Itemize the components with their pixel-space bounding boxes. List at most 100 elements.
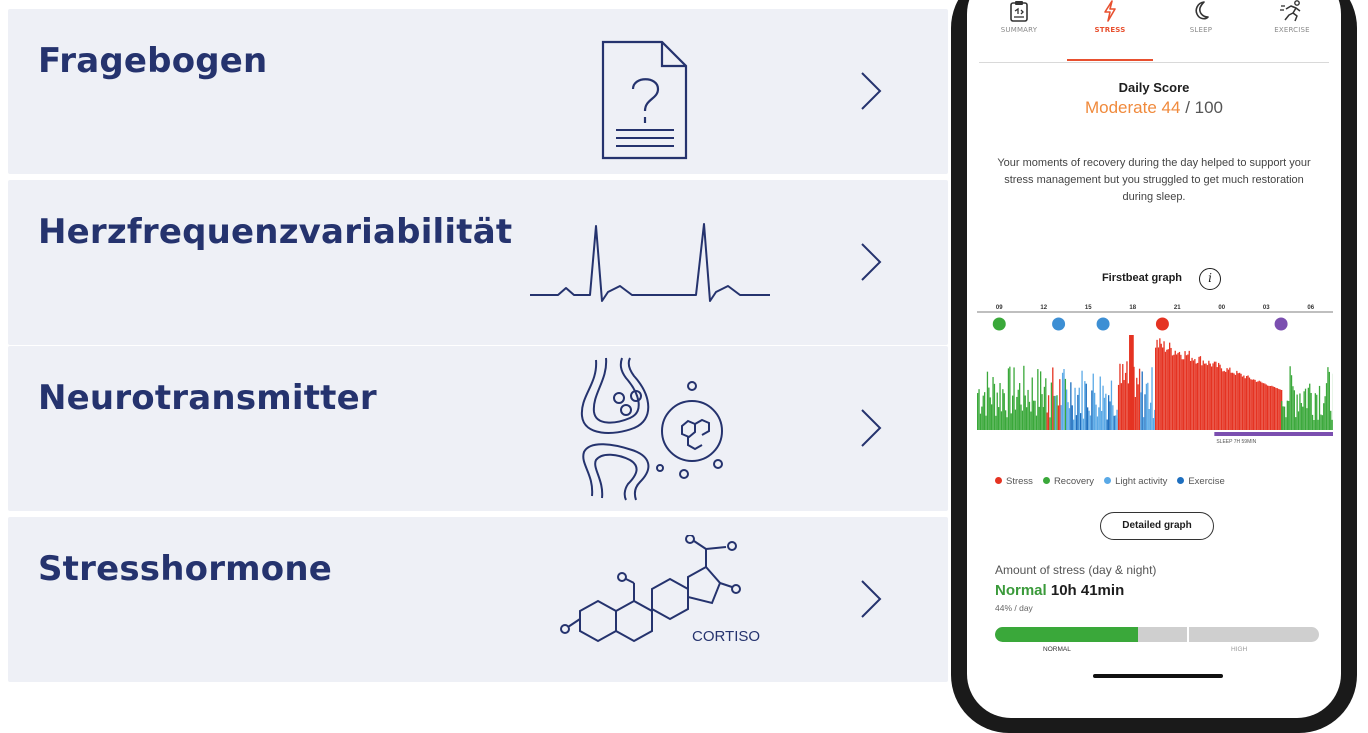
card-neurotransmitter[interactable]: Neurotransmitter bbox=[8, 346, 948, 511]
graph-spike bbox=[1131, 335, 1134, 430]
graph-bar bbox=[1247, 375, 1249, 430]
graph-bar bbox=[1202, 360, 1204, 430]
graph-bar bbox=[1267, 385, 1269, 430]
bar-label-high: HIGH bbox=[1231, 646, 1248, 653]
graph-bar bbox=[1239, 372, 1241, 430]
graph-bar bbox=[1220, 368, 1223, 430]
detailed-graph-button[interactable]: Detailed graph bbox=[1100, 512, 1214, 540]
graph-bar bbox=[993, 383, 996, 430]
graph-bar bbox=[1250, 379, 1252, 430]
graph-bar bbox=[1275, 387, 1277, 430]
graph-bar bbox=[1310, 392, 1312, 430]
graph-bar bbox=[1330, 410, 1332, 430]
graph-bar bbox=[1067, 402, 1069, 430]
graph-bar bbox=[1205, 363, 1207, 430]
graph-bar bbox=[1066, 389, 1068, 430]
graph-bar bbox=[1185, 355, 1188, 430]
graph-bar bbox=[1314, 393, 1316, 430]
graph-bar bbox=[1215, 361, 1217, 430]
graph-bar bbox=[1009, 366, 1011, 430]
graph-bar bbox=[1262, 383, 1265, 430]
graph-bar bbox=[1180, 354, 1182, 430]
graph-bar bbox=[1219, 364, 1221, 430]
stress-amount-fill bbox=[995, 627, 1138, 642]
amount-level: Normal bbox=[995, 582, 1047, 599]
graph-bar bbox=[1101, 410, 1103, 430]
graph-bar bbox=[1234, 374, 1237, 430]
graph-bar bbox=[1317, 419, 1319, 430]
graph-bar bbox=[1222, 371, 1224, 430]
graph-bar bbox=[998, 407, 1000, 430]
graph-bar bbox=[1092, 373, 1094, 430]
cortisol-label: CORTISOL bbox=[692, 628, 760, 645]
graph-bar bbox=[981, 406, 983, 430]
graph-bar bbox=[1016, 396, 1018, 430]
graph-bar bbox=[1031, 377, 1033, 430]
amount-percent: 44% / day bbox=[995, 603, 1033, 613]
tab-exercise[interactable]: EXERCISE bbox=[1248, 0, 1336, 34]
graph-bar bbox=[1068, 408, 1071, 430]
graph-bar bbox=[1152, 418, 1155, 430]
graph-bar bbox=[1085, 383, 1087, 430]
graph-bar bbox=[1248, 377, 1251, 430]
graph-bar bbox=[1208, 360, 1210, 430]
graph-bar bbox=[1212, 363, 1214, 430]
graph-bar bbox=[1056, 395, 1058, 430]
graph-bar bbox=[1226, 368, 1228, 430]
graph-bar bbox=[1243, 375, 1245, 430]
card-herzfrequenzvariabilitaet[interactable]: Herzfrequenzvariabilität bbox=[8, 180, 948, 345]
graph-bar bbox=[1116, 409, 1118, 430]
graph-bar bbox=[1102, 385, 1104, 430]
legend-exercise: Exercise bbox=[1177, 476, 1225, 487]
graph-bar bbox=[1013, 367, 1015, 430]
graph-bar bbox=[1251, 379, 1253, 430]
tab-summary[interactable]: SUMMARY bbox=[975, 0, 1063, 34]
graph-bar bbox=[1002, 389, 1004, 430]
graph-bar bbox=[1123, 380, 1125, 430]
graph-bar bbox=[1021, 410, 1024, 430]
card-fragebogen[interactable]: Fragebogen bbox=[8, 9, 948, 174]
graph-bar bbox=[1127, 383, 1130, 430]
event-marker-recovery bbox=[992, 317, 1006, 331]
graph-bar bbox=[1178, 351, 1181, 430]
info-icon[interactable]: i bbox=[1199, 268, 1221, 290]
graph-bar bbox=[1060, 405, 1062, 430]
event-marker-sleep bbox=[1274, 317, 1288, 331]
graph-bar bbox=[1281, 401, 1283, 430]
chevron-right-icon[interactable] bbox=[856, 69, 886, 113]
card-title: Stresshormone bbox=[38, 549, 333, 589]
graph-bar bbox=[1254, 379, 1256, 430]
graph-bar bbox=[1236, 370, 1238, 430]
graph-bar bbox=[1233, 373, 1235, 430]
graph-bar bbox=[1087, 407, 1089, 430]
graph-bar bbox=[1296, 394, 1298, 430]
graph-bar bbox=[999, 383, 1001, 430]
card-title: Fragebogen bbox=[38, 41, 268, 81]
graph-bar bbox=[1271, 385, 1273, 430]
tab-label: STRESS bbox=[1094, 26, 1126, 34]
graph-bar bbox=[1313, 419, 1315, 430]
running-person-icon bbox=[1280, 0, 1301, 22]
graph-bar bbox=[1328, 371, 1330, 430]
graph-bar bbox=[988, 387, 990, 430]
tab-label: SUMMARY bbox=[1000, 26, 1038, 34]
graph-bar bbox=[1035, 415, 1038, 430]
chevron-right-icon[interactable] bbox=[856, 240, 886, 284]
graph-bar bbox=[1302, 406, 1304, 430]
card-stresshormone[interactable]: Stresshormone CORTISOL bbox=[8, 517, 948, 682]
chevron-right-icon[interactable] bbox=[856, 406, 886, 450]
tab-stress[interactable]: STRESS bbox=[1066, 0, 1154, 34]
graph-bar bbox=[1110, 380, 1113, 430]
graph-bar bbox=[1230, 372, 1232, 430]
graph-bar bbox=[1074, 387, 1076, 430]
graph-bar bbox=[1297, 411, 1300, 430]
home-indicator bbox=[1093, 674, 1223, 678]
graph-bar bbox=[1017, 389, 1019, 430]
graph-bar bbox=[1244, 378, 1246, 430]
graph-bar bbox=[1279, 389, 1281, 430]
tab-sleep[interactable]: SLEEP bbox=[1157, 0, 1245, 34]
graph-bar bbox=[996, 392, 998, 430]
graph-legend: Stress Recovery Light activity Exercise bbox=[995, 476, 1225, 487]
graph-bar bbox=[1253, 379, 1255, 430]
chevron-right-icon[interactable] bbox=[856, 577, 886, 621]
